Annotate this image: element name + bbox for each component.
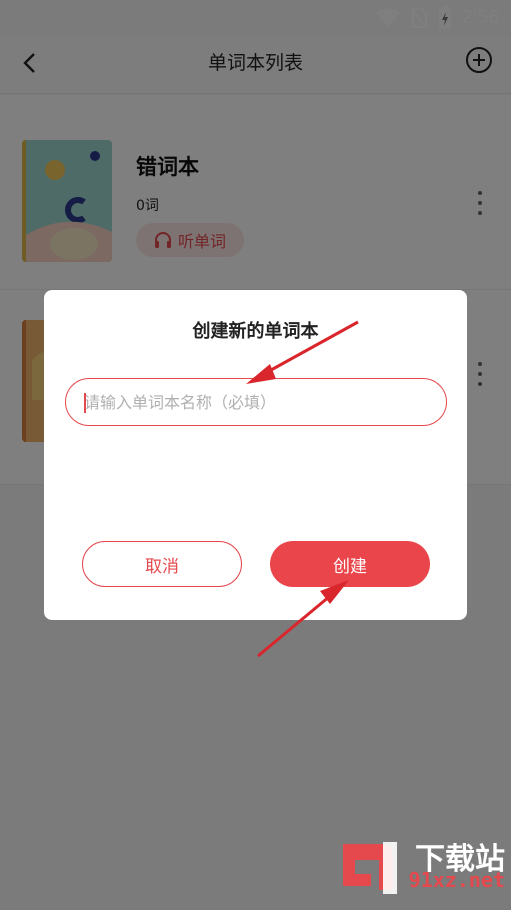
create-wordbook-dialog: 创建新的单词本 取消 创建 <box>44 290 467 620</box>
wordbook-name-input[interactable] <box>65 378 447 426</box>
watermark-logo-icon <box>343 842 397 894</box>
text-caret <box>84 393 86 413</box>
cancel-button[interactable]: 取消 <box>82 541 242 587</box>
watermark: 下载站 91xz.net <box>335 834 505 902</box>
watermark-domain: 91xz.net <box>408 868 505 892</box>
dialog-title: 创建新的单词本 <box>192 321 319 342</box>
create-button[interactable]: 创建 <box>270 541 430 587</box>
